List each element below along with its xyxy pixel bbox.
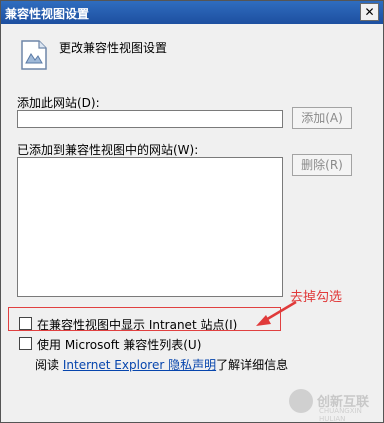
annotation-highlight-box xyxy=(8,307,281,331)
close-button[interactable]: ✕ xyxy=(360,3,379,21)
privacy-suffix: 了解详细信息 xyxy=(216,358,289,372)
annotation-arrow-icon xyxy=(256,300,297,326)
privacy-link[interactable]: Internet Explorer 隐私声明 xyxy=(63,358,216,372)
compat-page-icon xyxy=(21,40,47,70)
watermark-subtext: CHUANGXIN HULIAN xyxy=(319,407,362,423)
added-sites-list[interactable] xyxy=(17,157,283,297)
title-bar[interactable]: 兼容性视图设置 ✕ xyxy=(1,1,383,24)
added-sites-label: 已添加到兼容性视图中的网站(W): xyxy=(17,143,199,157)
header-title: 更改兼容性视图设置 xyxy=(59,41,168,55)
add-button[interactable]: 添加(A) xyxy=(292,107,352,129)
compat-view-dialog: 兼容性视图设置 ✕ 更改兼容性视图设置 添加此网站(D): 添加(A) 已添加到… xyxy=(0,0,384,423)
add-site-input[interactable] xyxy=(17,110,283,128)
window-title: 兼容性视图设置 xyxy=(5,7,90,21)
add-site-label: 添加此网站(D): xyxy=(17,96,100,110)
remove-button[interactable]: 删除(R) xyxy=(292,154,352,176)
watermark-logo-icon xyxy=(289,389,313,413)
ms-list-label[interactable]: 使用 Microsoft 兼容性列表(U) xyxy=(37,336,201,353)
ms-list-checkbox[interactable] xyxy=(19,337,32,350)
privacy-prefix: 阅读 xyxy=(35,358,60,372)
privacy-line: 阅读 Internet Explorer 隐私声明了解详细信息 xyxy=(35,356,288,373)
